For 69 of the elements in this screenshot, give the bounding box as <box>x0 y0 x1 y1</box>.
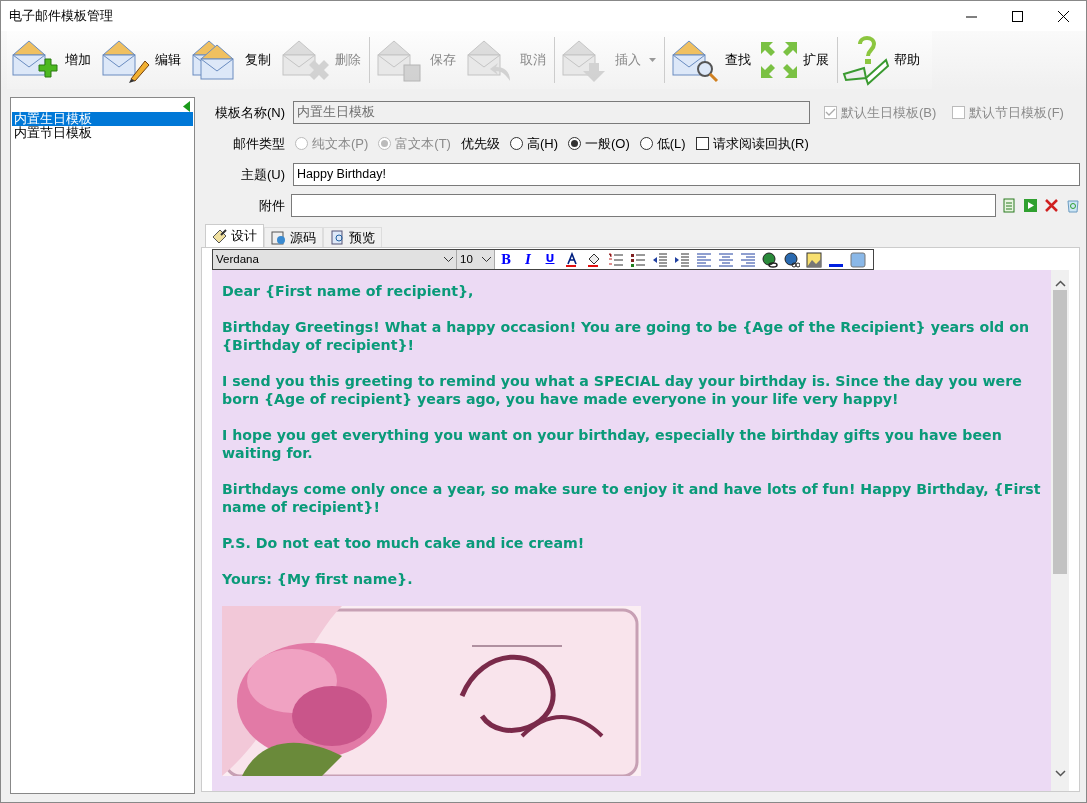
chevron-icon <box>444 257 453 262</box>
radio-option[interactable]: 高(H) <box>509 133 558 154</box>
subject-field[interactable]: Happy Birthday! <box>293 163 1080 186</box>
toolbar-button[interactable]: 查找 <box>667 33 757 87</box>
fill-color-icon[interactable] <box>586 251 602 268</box>
radio-option[interactable]: 低(L) <box>639 133 686 154</box>
outdent-icon[interactable] <box>652 251 668 268</box>
expand-icon <box>759 40 799 80</box>
editor-tab[interactable]: 源码 <box>264 227 323 247</box>
font-select[interactable]: Verdana <box>213 250 457 269</box>
toolbar-button[interactable]: 扩展 <box>757 33 835 87</box>
recycle-bin-icon[interactable] <box>1065 198 1080 213</box>
editor-tab[interactable]: 设计 <box>205 224 264 247</box>
scroll-up-icon[interactable] <box>1054 280 1066 287</box>
template-item[interactable]: 内置生日模板 <box>12 112 193 126</box>
toolbar-button[interactable]: 帮助 <box>840 33 926 87</box>
preview-icon <box>330 230 345 245</box>
image-icon[interactable] <box>806 251 822 268</box>
close-icon[interactable] <box>1044 198 1059 213</box>
align-center-icon[interactable] <box>718 251 734 268</box>
align-left-icon[interactable] <box>696 251 712 268</box>
editor-tab[interactable]: 预览 <box>323 227 382 247</box>
field-label: 邮件类型 <box>232 134 285 153</box>
size-select[interactable]: 10 <box>457 250 495 269</box>
italic-button[interactable]: I <box>517 250 539 269</box>
bold-button[interactable]: B <box>495 250 517 269</box>
toolbar-button[interactable]: 增加 <box>7 33 97 87</box>
scroll-thumb[interactable] <box>1053 290 1067 574</box>
globe-unlink-icon[interactable] <box>784 251 800 268</box>
bullet-list-icon[interactable] <box>630 251 646 268</box>
field-label: 模板名称(N) <box>213 103 285 122</box>
checkbox-option[interactable]: 请求阅读回执(R) <box>695 133 809 154</box>
font-size-value: 10 <box>460 251 473 267</box>
field-label: 主题(U) <box>239 165 285 184</box>
font-name: Verdana <box>216 251 259 267</box>
toolbar-button[interactable]: 编辑 <box>97 33 187 87</box>
close-icon <box>1057 10 1069 22</box>
field-label: 附件 <box>258 196 285 215</box>
font-color-icon[interactable] <box>564 251 580 268</box>
source-code-icon <box>271 230 286 245</box>
field-label: 优先级 <box>460 134 500 153</box>
checkmark-icon <box>825 108 836 117</box>
paragraph: Birthday Greetings! What a happy occasion! You are going to be {Age of the Recipient} years old on {Birthday of recipient}! <box>222 318 1030 354</box>
window-title: 电子邮件模板管理 <box>9 7 114 26</box>
help-book-icon <box>842 34 890 86</box>
scrollbar[interactable] <box>1051 270 1069 791</box>
underline-button[interactable]: U <box>539 250 561 269</box>
toolbar-button[interactable]: 复制 <box>187 33 277 87</box>
maximize-icon <box>1011 10 1023 22</box>
paragraph: Birthdays come only once a year, so make sure to enjoy it and have lots of fun! Happy Birthday, {First name of recipient}! <box>222 480 1041 516</box>
caret-icon <box>649 58 656 62</box>
paragraph: I send you this greeting to remind you what a SPECIAL day your birthday is. Since the day you were born {Age of recipient} years ago, you have made everyone in your life very happy! <box>222 372 1023 408</box>
indent-icon[interactable] <box>674 251 690 268</box>
frame-icon[interactable] <box>850 251 866 268</box>
chevron-icon <box>482 257 491 262</box>
scroll-down-icon[interactable] <box>1054 770 1066 777</box>
pencil-icon <box>212 228 227 244</box>
attachment-field[interactable] <box>291 194 996 217</box>
paragraph: Yours: {My first name}. <box>222 570 414 588</box>
radio-option[interactable]: 一般(O) <box>568 133 630 154</box>
collapse-icon[interactable] <box>183 101 190 112</box>
template-item[interactable]: 内置节日模板 <box>12 126 193 140</box>
paragraph: Dear {First name of recipient}, <box>222 282 475 300</box>
globe-link-icon[interactable] <box>762 251 778 268</box>
paragraph: I hope you get everything you want on your birthday, especially the birthday gifts you have been waiting for. <box>222 426 1003 462</box>
paragraph: P.S. Do not eat too much cake and ice cream! <box>222 534 586 552</box>
align-right-icon[interactable] <box>740 251 756 268</box>
numbered-list-icon[interactable] <box>608 251 624 268</box>
play-icon[interactable] <box>1023 198 1038 213</box>
